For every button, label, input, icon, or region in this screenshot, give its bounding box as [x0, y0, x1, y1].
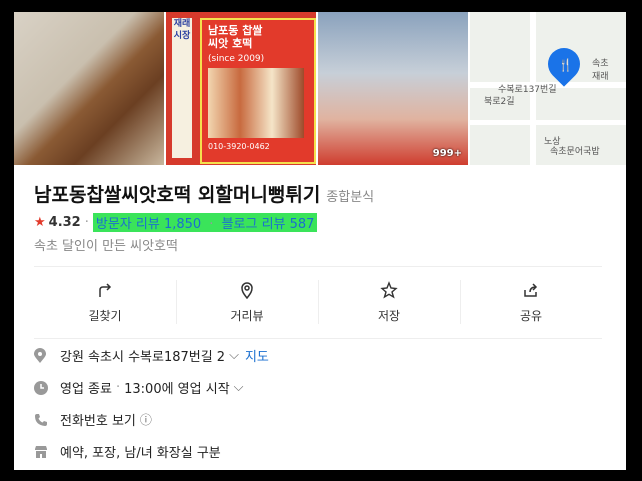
photo-count: 999+ [432, 148, 462, 159]
chevron-down-icon[interactable]: ⌵ [229, 348, 239, 363]
action-label: 저장 [377, 308, 401, 323]
sign-photo-collage [208, 68, 304, 138]
chevron-down-icon[interactable]: ⌵ [234, 380, 244, 395]
separator-dot: · [115, 380, 121, 395]
photo-hotteok[interactable] [14, 12, 164, 165]
store-icon [34, 445, 50, 458]
hours-row: 영업 종료 · 13:00에 영업 시작 ⌵ [34, 378, 244, 397]
rating-star-icon: ★ [34, 215, 46, 230]
map-link[interactable]: 지도 [245, 346, 269, 365]
rating-row: ★ 4.32 · 방문자 리뷰 1,850 · 블로그 리뷰 587 [34, 213, 318, 232]
photo-gallery: 재래시장 남포동 찹쌀 씨앗 호떡 (since 2009) 010-3920-… [14, 12, 626, 165]
photo-sign[interactable]: 재래시장 남포동 찹쌀 씨앗 호떡 (since 2009) 010-3920-… [166, 12, 316, 165]
divider [34, 266, 602, 267]
sign-title: 남포동 찹쌀 씨앗 호떡 [208, 24, 263, 50]
star-icon [380, 280, 398, 299]
sign-since: (since 2009) [208, 54, 265, 64]
place-category: 종합분식 [326, 190, 375, 205]
divider [34, 338, 602, 339]
action-label: 길찾기 [88, 308, 122, 323]
action-label: 공유 [519, 308, 543, 323]
info-icon[interactable]: ⓘ [140, 411, 152, 428]
photo-stall[interactable]: 999+ [318, 12, 468, 165]
street-view-button[interactable]: 거리뷰 [176, 274, 318, 330]
blog-reviews-link[interactable]: 블로그 리뷰 587 [222, 217, 315, 232]
phone-icon [34, 413, 50, 427]
map-road [470, 120, 626, 125]
share-button[interactable]: 공유 [460, 274, 602, 330]
restaurant-icon: 🍴 [558, 58, 573, 72]
action-label: 거리뷰 [230, 308, 264, 323]
place-name: 남포동찹쌀씨앗호떡 외할머니뻥튀기 [34, 184, 321, 206]
place-description: 속초 달인이 만든 씨앗호떡 [34, 239, 178, 254]
rating-value: 4.32 [48, 215, 81, 230]
map-label: 북로2길 [484, 97, 515, 107]
business-hours[interactable]: 13:00에 영업 시작 [124, 378, 230, 397]
clock-icon [34, 380, 50, 395]
vertical-sign-text: 재래시장 [172, 18, 192, 158]
facilities-row: 예약, 포장, 남/녀 화장실 구분 [34, 442, 221, 461]
sign-phone: 010-3920-0462 [208, 142, 270, 151]
action-bar: 길찾기 거리뷰 저장 공유 [34, 274, 602, 330]
address-text[interactable]: 강원 속초시 수복로187번길 2 [60, 346, 225, 365]
map-label: 속초문어국밥 [550, 147, 600, 157]
place-title: 남포동찹쌀씨앗호떡 외할머니뻥튀기 종합분식 [34, 180, 374, 207]
share-icon [524, 282, 538, 297]
map-label: 속초 재래 [592, 59, 609, 82]
map-thumbnail[interactable]: 🍴 수복로137번길 북로2길 노상 속초문어국밥 속초 재래 [470, 12, 626, 165]
business-status: 영업 종료 [60, 382, 112, 397]
location-icon [34, 348, 50, 363]
review-links: 방문자 리뷰 1,850 · 블로그 리뷰 587 [92, 213, 318, 232]
directions-button[interactable]: 길찾기 [34, 274, 176, 330]
phone-link[interactable]: 전화번호 보기 [60, 410, 136, 429]
save-button[interactable]: 저장 [318, 274, 460, 330]
phone-row: 전화번호 보기 ⓘ [34, 410, 152, 429]
shop-sign: 남포동 찹쌀 씨앗 호떡 (since 2009) 010-3920-0462 [200, 18, 316, 164]
visitor-reviews-link[interactable]: 방문자 리뷰 1,850 [96, 217, 201, 232]
street-view-icon [241, 281, 253, 299]
separator-dot: · [209, 217, 214, 232]
place-card: 재래시장 남포동 찹쌀 씨앗 호떡 (since 2009) 010-3920-… [14, 12, 626, 470]
address-row: 강원 속초시 수복로187번길 2 ⌵ 지도 [34, 346, 269, 365]
facilities-text: 예약, 포장, 남/녀 화장실 구분 [60, 446, 221, 461]
separator-dot: · [84, 215, 89, 230]
directions-icon [99, 282, 112, 297]
